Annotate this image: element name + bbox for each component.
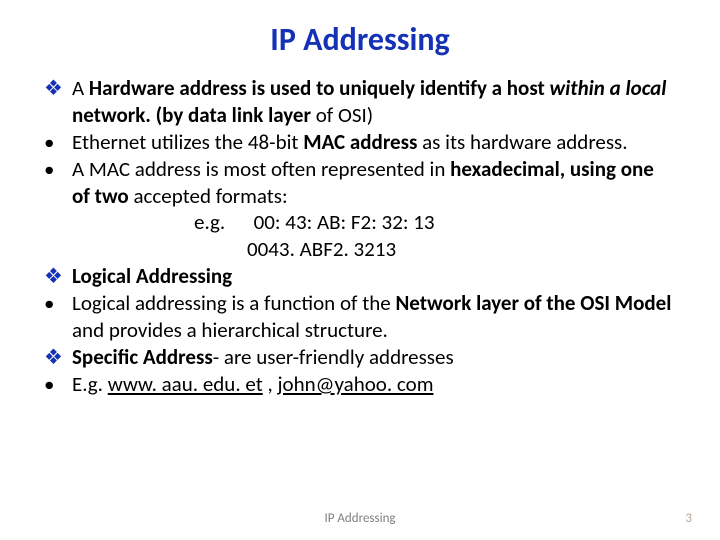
- bullet-logical-function: • Logical addressing is a function of th…: [44, 290, 676, 344]
- slide: IP Addressing ❖ A Hardware address is us…: [0, 0, 720, 398]
- text: of OSI): [316, 102, 373, 128]
- text-bold: MAC address: [303, 129, 422, 155]
- dot-icon: •: [44, 129, 72, 156]
- diamond-icon: ❖: [44, 75, 72, 129]
- text-italic: within a local: [549, 75, 666, 101]
- diamond-icon: ❖: [44, 344, 72, 371]
- page-number: 3: [685, 511, 692, 526]
- text-bold: network. (by data link layer: [72, 102, 316, 128]
- text: Logical addressing is a function of the: [72, 290, 395, 316]
- example-mac-dot: 0043. ABF2. 3213: [44, 236, 676, 263]
- slide-title: IP Addressing: [44, 20, 676, 59]
- text: Ethernet utilizes the 48-bit: [72, 129, 303, 155]
- text-bold: Hardware address: [89, 75, 252, 101]
- dot-icon: •: [44, 371, 72, 398]
- text: accepted formats:: [133, 183, 287, 209]
- dot-icon: •: [44, 290, 72, 344]
- bullet-ethernet-mac: • Ethernet utilizes the 48-bit MAC addre…: [44, 129, 676, 156]
- text: A MAC address is most often represented …: [72, 156, 450, 182]
- diamond-icon: ❖: [44, 263, 72, 290]
- text: ,: [263, 371, 278, 397]
- text-bold: Network layer of the OSI Model: [395, 290, 671, 316]
- link-email[interactable]: john@yahoo. com: [278, 371, 434, 397]
- footer-title: IP Addressing: [0, 511, 720, 526]
- link-aau[interactable]: www. aau. edu. et: [108, 371, 263, 397]
- text: A: [72, 75, 89, 101]
- bullet-mac-hex: • A MAC address is most often represente…: [44, 156, 676, 210]
- dot-icon: •: [44, 156, 72, 210]
- example-mac-colon: e.g. 00: 43: AB: F2: 32: 13: [44, 209, 676, 236]
- text-bold: is used to uniquely identify a host: [252, 75, 550, 101]
- bullet-hardware-address: ❖ A Hardware address is used to uniquely…: [44, 75, 676, 129]
- text: - are user-friendly addresses: [213, 344, 454, 370]
- text: as its hardware address.: [422, 129, 627, 155]
- text: and provides a hierarchical structure.: [72, 317, 388, 343]
- bullet-logical-addressing: ❖ Logical Addressing: [44, 263, 676, 290]
- text-bold: Specific Address: [72, 344, 213, 370]
- bullet-example-addresses: • E.g. www. aau. edu. et , john@yahoo. c…: [44, 371, 676, 398]
- slide-content: ❖ A Hardware address is used to uniquely…: [44, 75, 676, 398]
- text: E.g.: [72, 371, 108, 397]
- bullet-specific-address: ❖ Specific Address- are user-friendly ad…: [44, 344, 676, 371]
- text-bold: Logical Addressing: [72, 263, 232, 289]
